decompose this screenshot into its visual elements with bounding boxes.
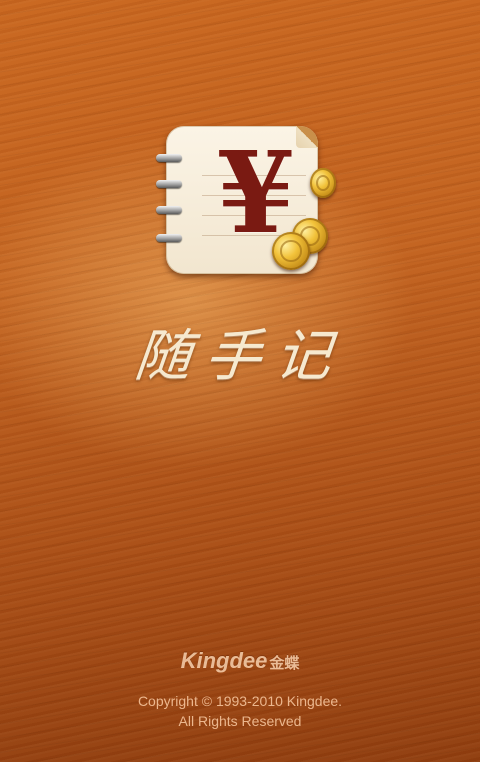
splash-screen: ¥ 随手记 Kingdee 金蝶 Copyright © 1993-2010 Ki… [0, 0, 480, 762]
app-title: 随手记 [131, 324, 349, 389]
coin-icon [310, 168, 336, 198]
app-icon: ¥ [156, 122, 336, 280]
coin-icon [272, 232, 310, 270]
rights-text: All Rights Reserved [178, 713, 302, 729]
binder-ring [156, 180, 182, 188]
binder-ring [156, 154, 182, 162]
binder-ring [156, 234, 182, 242]
binder-ring [156, 206, 182, 214]
brand-logo: Kingdee 金蝶 [0, 648, 480, 677]
brand-name: Kingdee [180, 648, 268, 673]
copyright-text: Copyright © 1993-2010 Kingdee. [137, 693, 343, 709]
brand-cn-name: 金蝶 [269, 655, 300, 672]
